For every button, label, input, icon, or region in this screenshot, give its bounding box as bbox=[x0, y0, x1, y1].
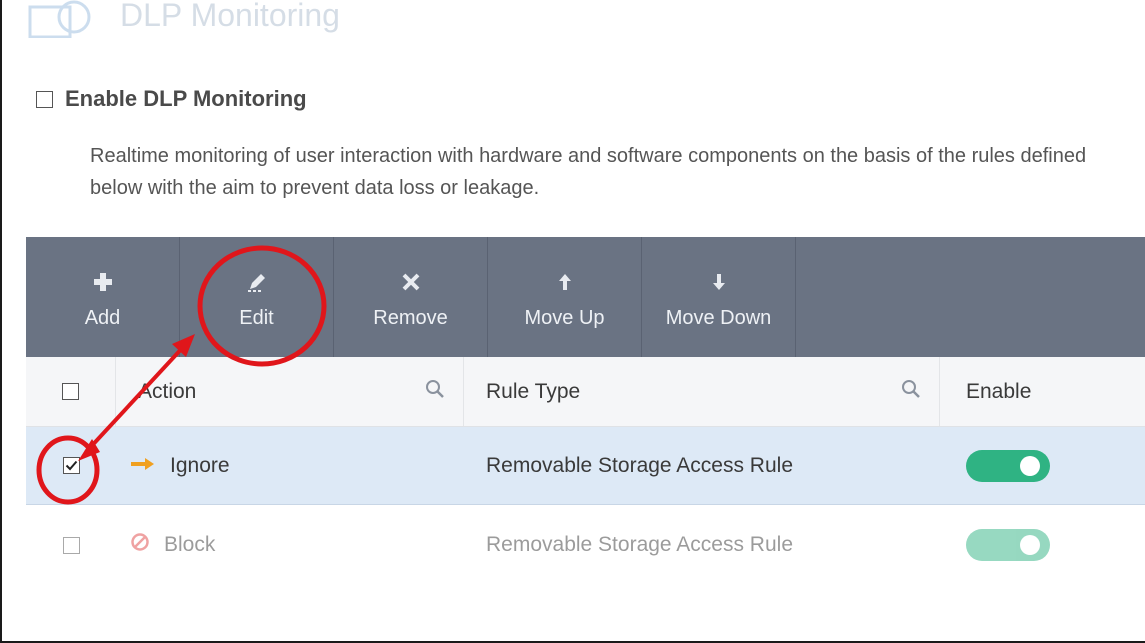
header-enable-label: Enable bbox=[966, 379, 1032, 403]
arrow-right-icon bbox=[130, 454, 156, 478]
enable-cell bbox=[940, 505, 1145, 585]
header-check-cell bbox=[26, 357, 116, 426]
move-down-button[interactable]: Move Down bbox=[642, 237, 796, 357]
action-cell: Block bbox=[116, 505, 464, 585]
row-check-cell bbox=[26, 427, 116, 504]
row-checkbox[interactable] bbox=[62, 536, 80, 554]
description-text: Realtime monitoring of user interaction … bbox=[90, 145, 1087, 199]
enable-toggle[interactable] bbox=[966, 529, 1050, 561]
arrow-down-icon bbox=[712, 265, 726, 299]
edit-label: Edit bbox=[239, 306, 274, 329]
enable-dlp-checkbox[interactable] bbox=[36, 90, 53, 108]
row-checkbox[interactable] bbox=[62, 457, 80, 474]
row-check-cell bbox=[26, 505, 116, 585]
enable-cell bbox=[940, 427, 1145, 504]
header-rule-type-label: Rule Type bbox=[486, 379, 581, 403]
enable-dlp-label: Enable DLP Monitoring bbox=[65, 86, 307, 111]
search-icon[interactable] bbox=[425, 379, 445, 405]
enable-dlp-row: Enable DLP Monitoring bbox=[36, 86, 307, 112]
select-all-checkbox[interactable] bbox=[62, 383, 79, 400]
header-enable[interactable]: Enable bbox=[940, 357, 1145, 426]
edit-button[interactable]: Edit bbox=[180, 237, 334, 357]
remove-button[interactable]: Remove bbox=[334, 237, 488, 357]
rules-table: Action Rule Type Enable Ignore Removable… bbox=[26, 357, 1145, 585]
rule-type-label: Removable Storage Access Rule bbox=[486, 453, 793, 477]
action-cell: Ignore bbox=[116, 427, 464, 504]
header-rule-type[interactable]: Rule Type bbox=[464, 357, 940, 426]
rule-type-cell: Removable Storage Access Rule bbox=[464, 427, 940, 504]
enable-toggle[interactable] bbox=[966, 449, 1050, 482]
plus-icon bbox=[93, 265, 113, 299]
rule-type-cell: Removable Storage Access Rule bbox=[464, 505, 940, 585]
move-up-label: Move Up bbox=[524, 306, 605, 329]
move-up-button[interactable]: Move Up bbox=[488, 237, 642, 357]
monitoring-icon bbox=[24, 0, 104, 38]
header-action[interactable]: Action bbox=[116, 357, 464, 426]
section-header: DLP Monitoring bbox=[24, 0, 340, 40]
remove-label: Remove bbox=[373, 306, 448, 329]
header-action-label: Action bbox=[138, 379, 197, 403]
block-icon bbox=[130, 532, 150, 558]
move-down-label: Move Down bbox=[665, 306, 772, 329]
toolbar: Add Edit Remove Move Up Move Down bbox=[26, 237, 1145, 357]
pencil-icon bbox=[246, 265, 268, 299]
toggle-knob bbox=[1020, 535, 1040, 555]
x-icon bbox=[402, 265, 420, 299]
arrow-up-icon bbox=[558, 265, 572, 299]
search-icon[interactable] bbox=[901, 379, 921, 405]
rule-type-label: Removable Storage Access Rule bbox=[486, 533, 793, 556]
table-row[interactable]: Ignore Removable Storage Access Rule bbox=[26, 427, 1145, 505]
toggle-knob bbox=[1020, 455, 1040, 476]
add-label: Add bbox=[84, 306, 121, 329]
table-row[interactable]: Block Removable Storage Access Rule bbox=[26, 505, 1145, 585]
add-button[interactable]: Add bbox=[26, 237, 180, 357]
action-label: Block bbox=[164, 533, 216, 556]
table-header: Action Rule Type Enable bbox=[26, 357, 1145, 427]
action-label: Ignore bbox=[170, 453, 230, 477]
section-title: DLP Monitoring bbox=[120, 0, 340, 33]
